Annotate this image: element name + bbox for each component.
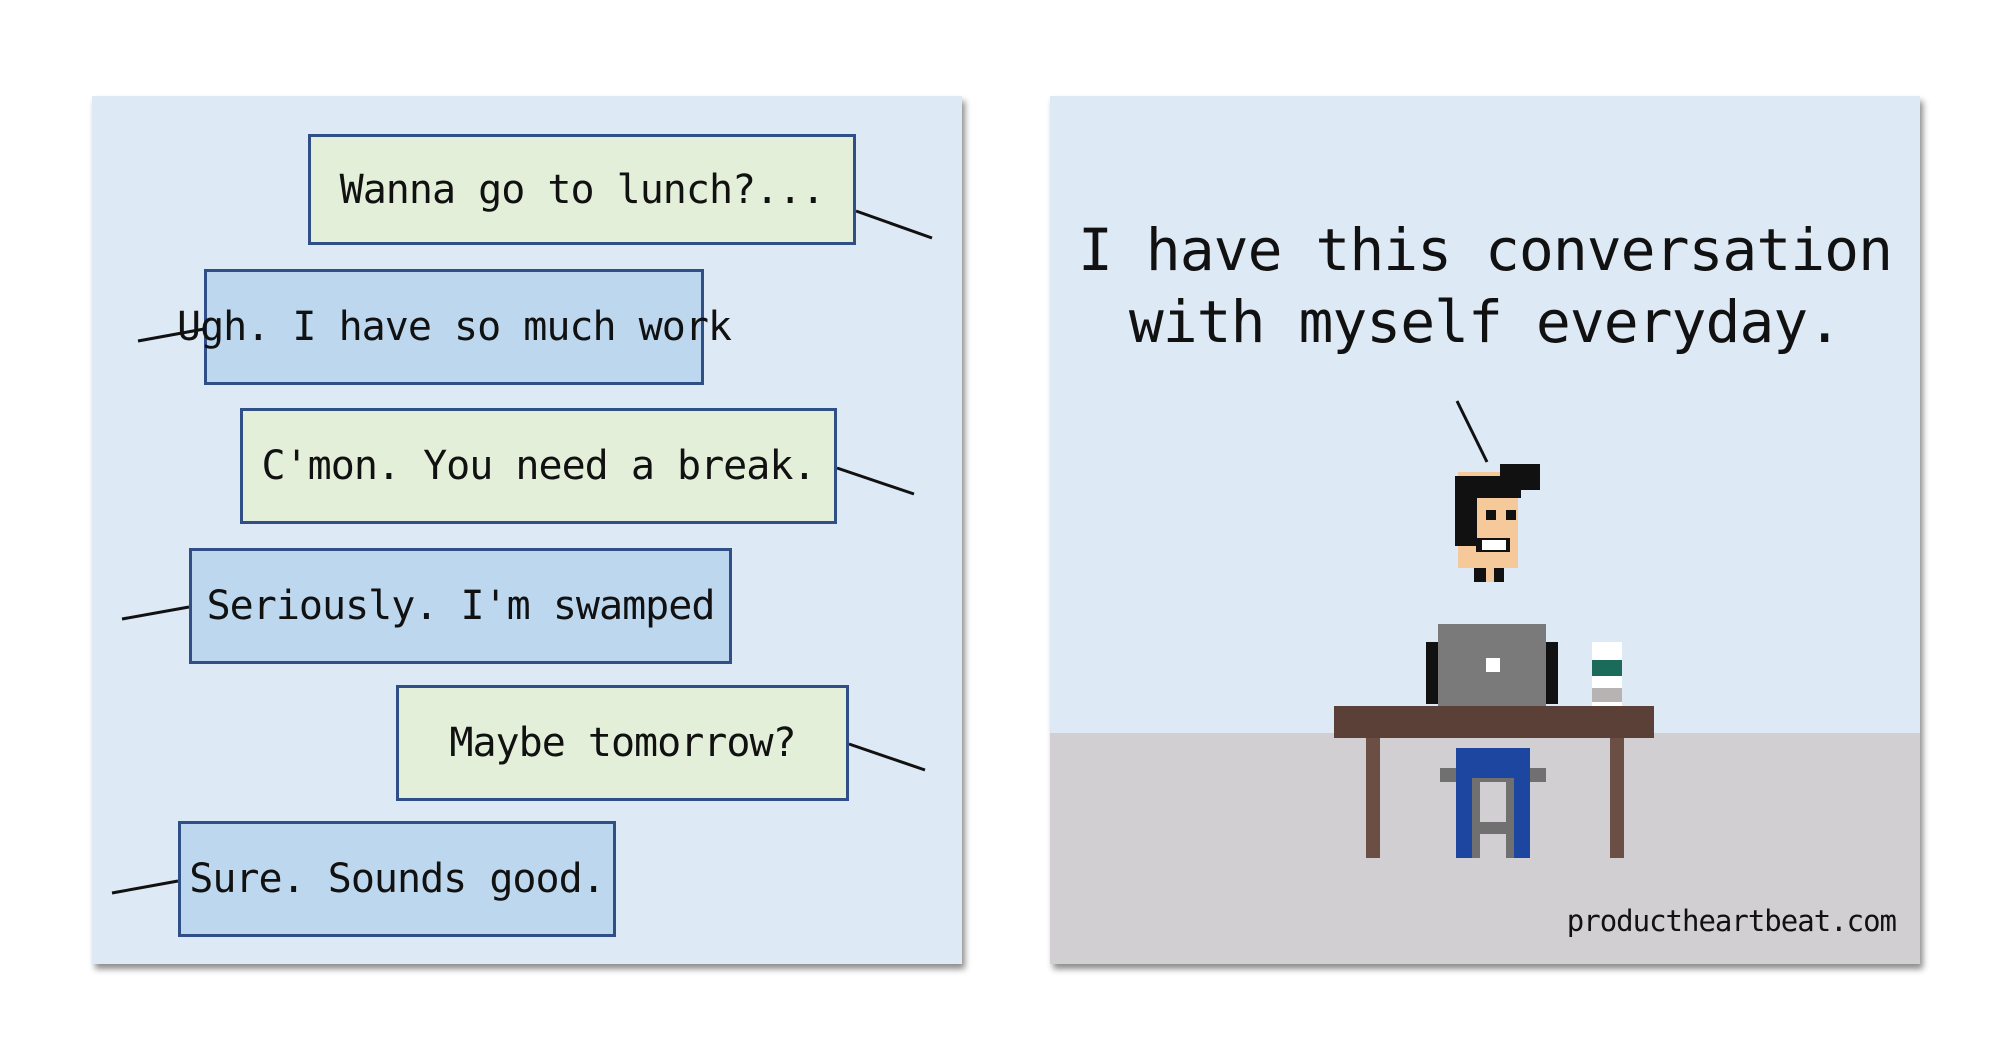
right-comic-panel: I have this conversation with myself eve… (1050, 96, 1920, 964)
speech-bubble-5: Maybe tomorrow? (396, 685, 849, 801)
speech-bubble-text: Ugh. I have so much work (177, 304, 732, 350)
speech-bubble-text: C'mon. You need a break. (261, 443, 817, 489)
speech-bubble-text: Sure. Sounds good. (189, 856, 605, 902)
speech-bubble-1: Wanna go to lunch?... (308, 134, 856, 245)
speech-bubble-3: C'mon. You need a break. (240, 408, 837, 524)
speech-bubble-4: Seriously. I'm swamped (189, 548, 732, 664)
website-credit: productheartbeat.com (1566, 904, 1897, 938)
speech-tail-6 (111, 879, 179, 895)
coffee-cup-icon (1592, 642, 1622, 712)
speech-bubble-text: Seriously. I'm swamped (206, 583, 716, 629)
left-arm (1426, 642, 1442, 704)
character-head-icon (1455, 464, 1540, 582)
caption-tail (1455, 400, 1489, 463)
caption-text: I have this conversation with myself eve… (1077, 216, 1893, 356)
speech-tail-1 (855, 209, 933, 240)
speech-tail-5 (848, 742, 926, 772)
speech-bubble-6: Sure. Sounds good. (178, 821, 616, 937)
speech-bubble-2: Ugh. I have so much work (177, 269, 732, 385)
left-comic-panel: Wanna go to lunch?... Ugh. I have so muc… (92, 96, 962, 964)
right-arm (1542, 642, 1558, 704)
speech-tail-3 (836, 466, 915, 496)
speech-bubble-text: Maybe tomorrow? (449, 720, 796, 766)
speech-tail-4 (121, 605, 190, 621)
speech-bubble-text: Wanna go to lunch?... (339, 166, 826, 213)
laptop-icon (1438, 624, 1546, 706)
